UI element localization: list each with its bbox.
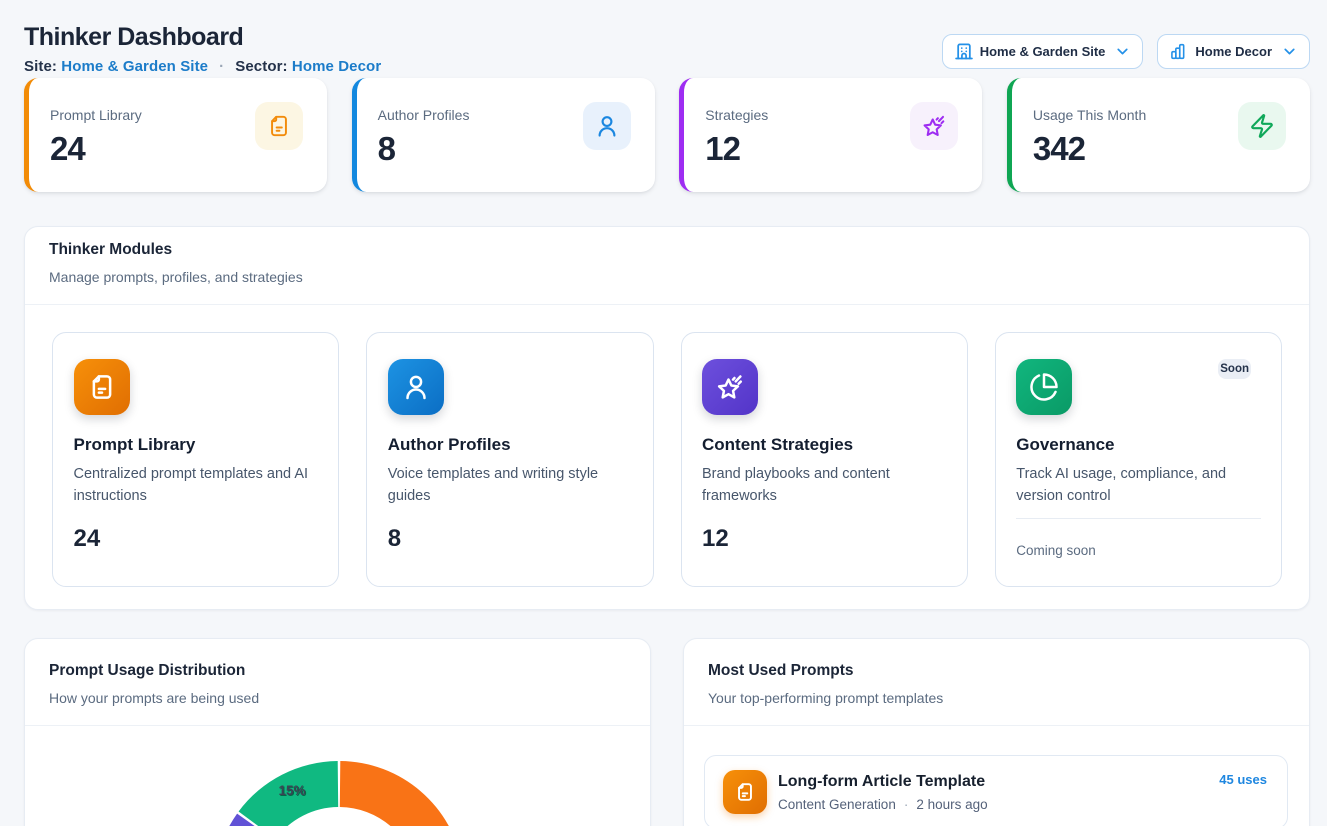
- svg-text:15%: 15%: [278, 783, 305, 798]
